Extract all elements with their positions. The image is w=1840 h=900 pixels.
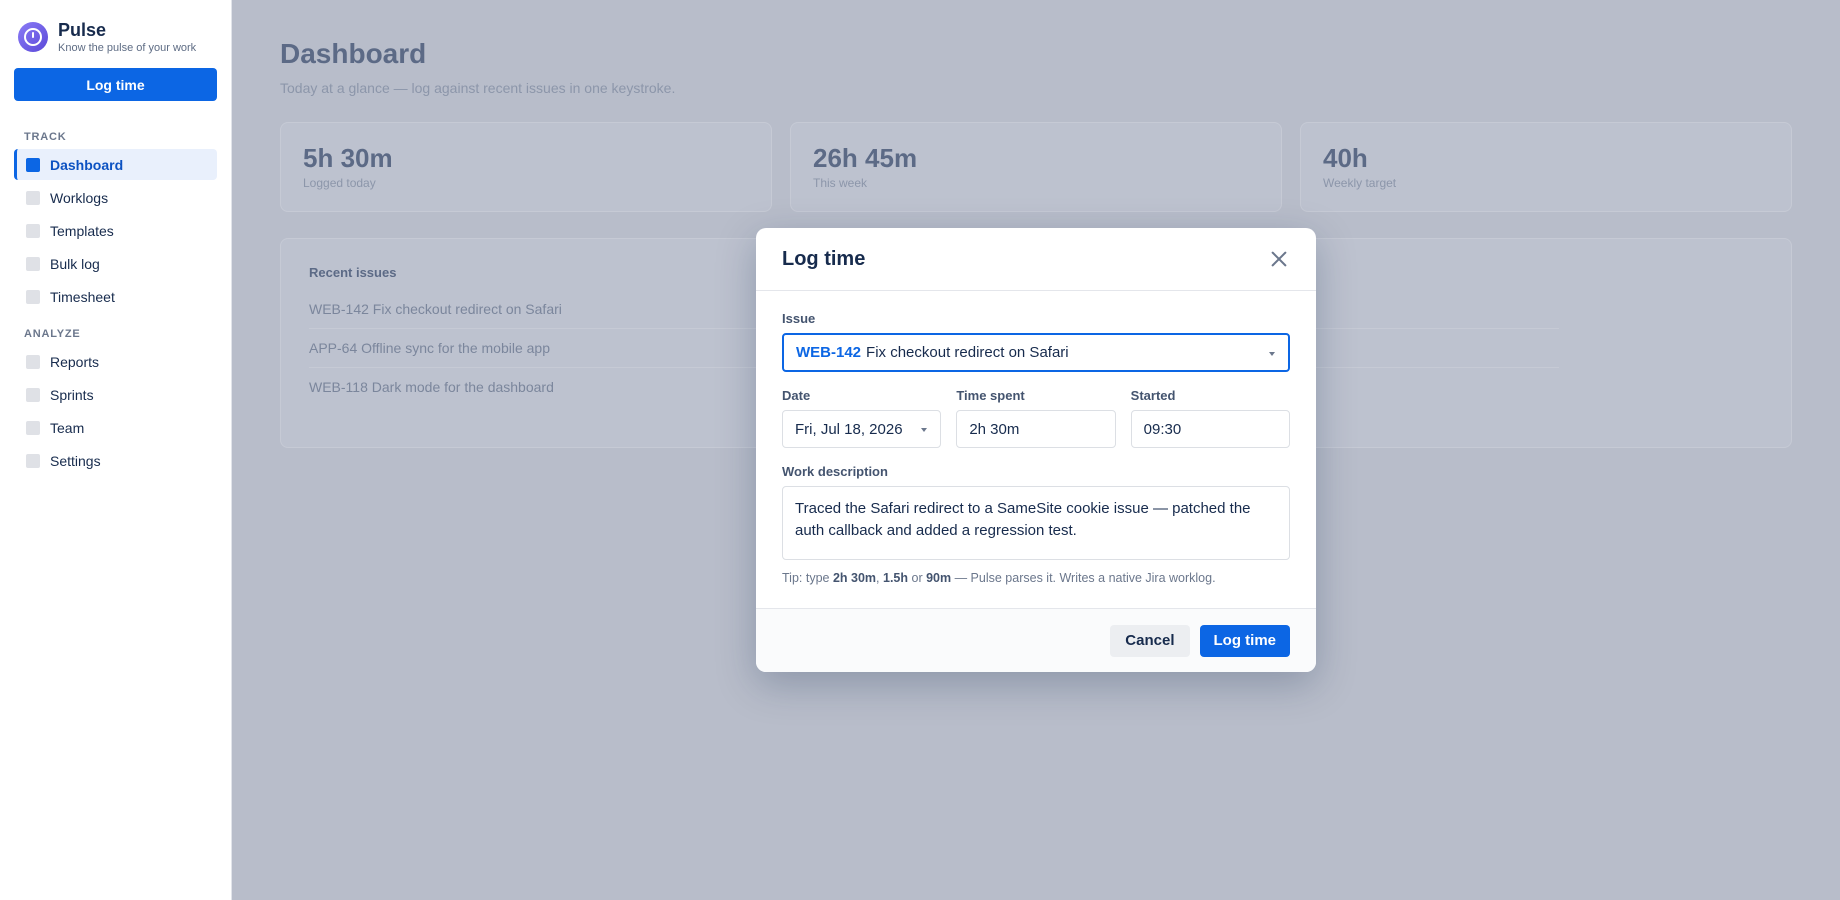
- stat-value: 5h 30m: [303, 143, 393, 173]
- tip-example: 1.5h: [883, 571, 909, 585]
- nav-section-analyze: ANALYZE: [24, 328, 81, 340]
- tip-separator: ,: [876, 571, 883, 585]
- sidebar-item-label: Bulk log: [50, 255, 100, 272]
- sidebar-item-settings[interactable]: Settings: [14, 445, 217, 476]
- stat-label: This week: [813, 176, 868, 190]
- sidebar-item-team[interactable]: Team: [14, 412, 217, 443]
- chevron-down-icon: [1269, 351, 1275, 356]
- sidebar-item-label: Worklogs: [50, 189, 109, 206]
- tip-example: 90m: [926, 571, 952, 585]
- settings-icon: [26, 453, 40, 468]
- log-time-button[interactable]: Log time: [14, 68, 217, 101]
- stat-value: 26h 45m: [813, 143, 918, 173]
- tip-separator: or: [908, 571, 927, 585]
- sidebar-item-bulk-log[interactable]: Bulk log: [14, 248, 217, 279]
- stat-card-today: 5h 30m Logged today: [280, 122, 772, 212]
- modal-title: Log time: [782, 247, 866, 270]
- tip-prefix: Tip: type: [782, 571, 833, 585]
- timesheet-icon: [26, 289, 40, 304]
- brand-tagline: Know the pulse of your work: [58, 42, 197, 54]
- modal-body: Issue WEB-142 Fix checkout redirect on S…: [756, 291, 1316, 585]
- started-value: 09:30: [1143, 420, 1182, 438]
- description-field: Work description Traced the Safari redir…: [782, 464, 1290, 560]
- sidebar: Pulse Know the pulse of your work Log ti…: [0, 0, 232, 900]
- time-spent-label: Time spent: [956, 388, 1025, 403]
- issue-summary: Fix checkout redirect on Safari: [866, 344, 1069, 361]
- stat-value: 40h: [1323, 143, 1368, 173]
- log-time-modal: Log time Issue WEB-142 Fix checkout redi…: [756, 228, 1316, 672]
- stats-row: 5h 30m Logged today 26h 45m This week 40…: [280, 122, 1792, 212]
- nav-section-track: TRACK: [24, 131, 67, 143]
- sidebar-item-label: Sprints: [50, 386, 94, 403]
- sidebar-item-label: Reports: [50, 353, 100, 370]
- team-icon: [26, 420, 40, 435]
- sidebar-item-timesheet[interactable]: Timesheet: [14, 281, 217, 312]
- stat-label: Logged today: [303, 176, 376, 190]
- page-subtitle: Today at a glance — log against recent i…: [280, 80, 676, 96]
- work-description-label: Work description: [782, 464, 888, 479]
- issue-key: WEB-142: [796, 344, 862, 361]
- submit-log-time-button[interactable]: Log time: [1199, 624, 1290, 657]
- templates-icon: [26, 223, 40, 238]
- date-value: Fri, Jul 18, 2026: [795, 420, 903, 438]
- work-description-textarea[interactable]: Traced the Safari redirect to a SameSite…: [782, 486, 1290, 560]
- date-picker[interactable]: Fri, Jul 18, 2026: [782, 410, 942, 448]
- brand-name: Pulse: [58, 20, 107, 40]
- sidebar-item-label: Templates: [50, 222, 114, 239]
- sidebar-item-templates[interactable]: Templates: [14, 215, 217, 246]
- date-label: Date: [782, 388, 811, 403]
- bulk-log-icon: [26, 256, 40, 271]
- duration-tip: Tip: type 2h 30m, 1.5h or 90m — Pulse pa…: [782, 571, 1290, 585]
- sidebar-item-worklogs[interactable]: Worklogs: [14, 182, 217, 213]
- modal-header: Log time: [756, 228, 1316, 291]
- modal-footer: Cancel Log time: [756, 608, 1316, 672]
- time-spent-value: 2h 30m: [969, 420, 1020, 438]
- stat-label: Weekly target: [1323, 176, 1397, 190]
- time-spent-input[interactable]: 2h 30m: [956, 410, 1116, 448]
- tip-suffix: — Pulse parses it. Writes a native Jira …: [951, 571, 1216, 585]
- issue-select[interactable]: WEB-142 Fix checkout redirect on Safari: [782, 333, 1290, 372]
- issue-label: Issue: [782, 311, 816, 326]
- stat-card-week: 26h 45m This week: [790, 122, 1282, 212]
- sidebar-item-label: Team: [50, 419, 85, 436]
- worklogs-icon: [26, 190, 40, 205]
- started-label: Started: [1130, 388, 1176, 403]
- reports-icon: [26, 354, 40, 369]
- sprints-icon: [26, 387, 40, 402]
- sidebar-item-sprints[interactable]: Sprints: [14, 379, 217, 410]
- sidebar-item-label: Timesheet: [50, 288, 115, 305]
- brand[interactable]: Pulse Know the pulse of your work: [14, 20, 217, 54]
- date-time-row: Date Fri, Jul 18, 2026 Time spent 2h 30m…: [782, 388, 1290, 448]
- dashboard-icon: [26, 157, 40, 172]
- cancel-button[interactable]: Cancel: [1110, 624, 1190, 657]
- chevron-down-icon: [921, 428, 928, 432]
- page-title: Dashboard: [280, 38, 427, 69]
- close-icon[interactable]: [1268, 248, 1290, 270]
- stat-card-target: 40h Weekly target: [1300, 122, 1792, 212]
- sidebar-item-dashboard[interactable]: Dashboard: [14, 149, 217, 180]
- started-input[interactable]: 09:30: [1130, 410, 1290, 448]
- sidebar-item-reports[interactable]: Reports: [14, 346, 217, 377]
- pulse-stopwatch-icon: [18, 22, 48, 52]
- sidebar-item-label: Dashboard: [50, 156, 124, 173]
- sidebar-item-label: Settings: [50, 452, 101, 469]
- tip-example: 2h 30m: [832, 571, 877, 585]
